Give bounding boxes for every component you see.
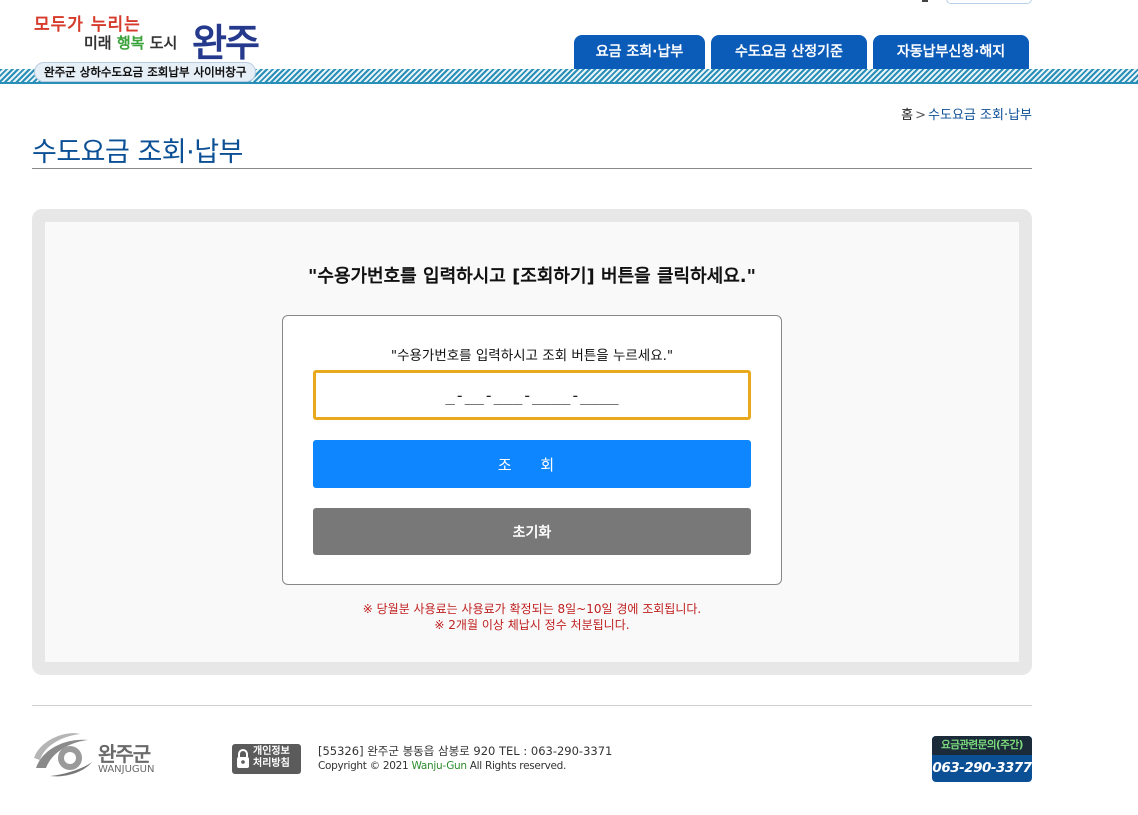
footer-divider bbox=[32, 705, 1032, 706]
search-button[interactable]: 조 회 bbox=[313, 440, 751, 488]
breadcrumb-home[interactable]: 홈 bbox=[901, 108, 913, 123]
lock-icon bbox=[237, 749, 249, 768]
footer-address: [55326] 완주군 봉동읍 삼봉로 920 TEL : 063-290-33… bbox=[318, 744, 613, 758]
site-logo[interactable]: 모두가 누리는 미래 행복 도시 완주 bbox=[30, 8, 275, 65]
form-hint: "수용가번호를 입력하시고 조회 버튼을 누르세요." bbox=[390, 348, 674, 364]
page-title: 수도요금 조회·납부 bbox=[32, 137, 243, 168]
breadcrumb-current: 수도요금 조회·납부 bbox=[928, 108, 1032, 123]
breadcrumb-separator-icon: > bbox=[915, 108, 927, 123]
inquiry-panel: "수용가번호를 입력하시고 [조회하기] 버튼을 클릭하세요." "수용가번호를… bbox=[32, 209, 1032, 675]
logo-slogan-line2: 미래 행복 도시 bbox=[84, 34, 178, 52]
privacy-policy-label: 개인정보 처리방침 bbox=[253, 746, 290, 769]
reset-button[interactable]: 초기화 bbox=[313, 508, 751, 555]
contact-phone: 063-290-3377 bbox=[932, 760, 1032, 776]
fee-inquiry-contact: 요금관련문의(주간) 063-290-3377 bbox=[932, 736, 1032, 782]
contact-label: 요금관련문의(주간) bbox=[932, 736, 1032, 755]
title-divider bbox=[32, 168, 1032, 169]
account-number-input[interactable] bbox=[313, 370, 751, 420]
instruction-text: "수용가번호를 입력하시고 [조회하기] 버튼을 클릭하세요." bbox=[308, 266, 756, 287]
footer-copyright: Copyright © 2021 Wanju-Gun All Rights re… bbox=[318, 760, 567, 772]
wanju-emblem-icon bbox=[34, 733, 92, 777]
footer-logo: 완주군 WANJUGUN bbox=[30, 728, 170, 780]
inquiry-form: "수용가번호를 입력하시고 조회 버튼을 누르세요." 조 회 초기화 bbox=[282, 315, 782, 585]
notice-text: ※ 당월분 사용료는 사용료가 확정되는 8일~10일 경에 조회됩니다. ※ … bbox=[45, 601, 1019, 633]
inquiry-panel-inner: "수용가번호를 입력하시고 [조회하기] 버튼을 클릭하세요." "수용가번호를… bbox=[45, 222, 1019, 662]
top-utility-button[interactable] bbox=[946, 0, 1032, 4]
footer-logo-korean: 완주군 bbox=[98, 742, 151, 766]
site-subtitle: 완주군 상하수도요금 조회납부 사이버창구 bbox=[34, 62, 257, 82]
breadcrumb: 홈 > 수도요금 조회·납부 bbox=[901, 104, 1032, 123]
top-utility-dot bbox=[922, 0, 928, 2]
site-header: 모두가 누리는 미래 행복 도시 완주 요금 조회·납부 수도요금 산정기준 자… bbox=[0, 0, 1138, 84]
nav-tab-fee-criteria[interactable]: 수도요금 산정기준 bbox=[711, 35, 867, 71]
privacy-policy-link[interactable]: 개인정보 처리방침 bbox=[232, 744, 301, 774]
nav-tab-autopay[interactable]: 자동납부신청·해지 bbox=[873, 35, 1029, 71]
header-stripe-line bbox=[0, 82, 1138, 84]
nav-tab-bill-inquiry[interactable]: 요금 조회·납부 bbox=[574, 35, 705, 71]
notice-line: ※ 2개월 이상 체납시 정수 처분됩니다. bbox=[434, 618, 630, 632]
footer-logo-english: WANJUGUN bbox=[98, 764, 155, 775]
main-nav: 요금 조회·납부 수도요금 산정기준 자동납부신청·해지 bbox=[574, 35, 1029, 71]
logo-wanju: 완주 bbox=[192, 20, 260, 65]
notice-line: ※ 당월분 사용료는 사용료가 확정되는 8일~10일 경에 조회됩니다. bbox=[362, 602, 702, 616]
